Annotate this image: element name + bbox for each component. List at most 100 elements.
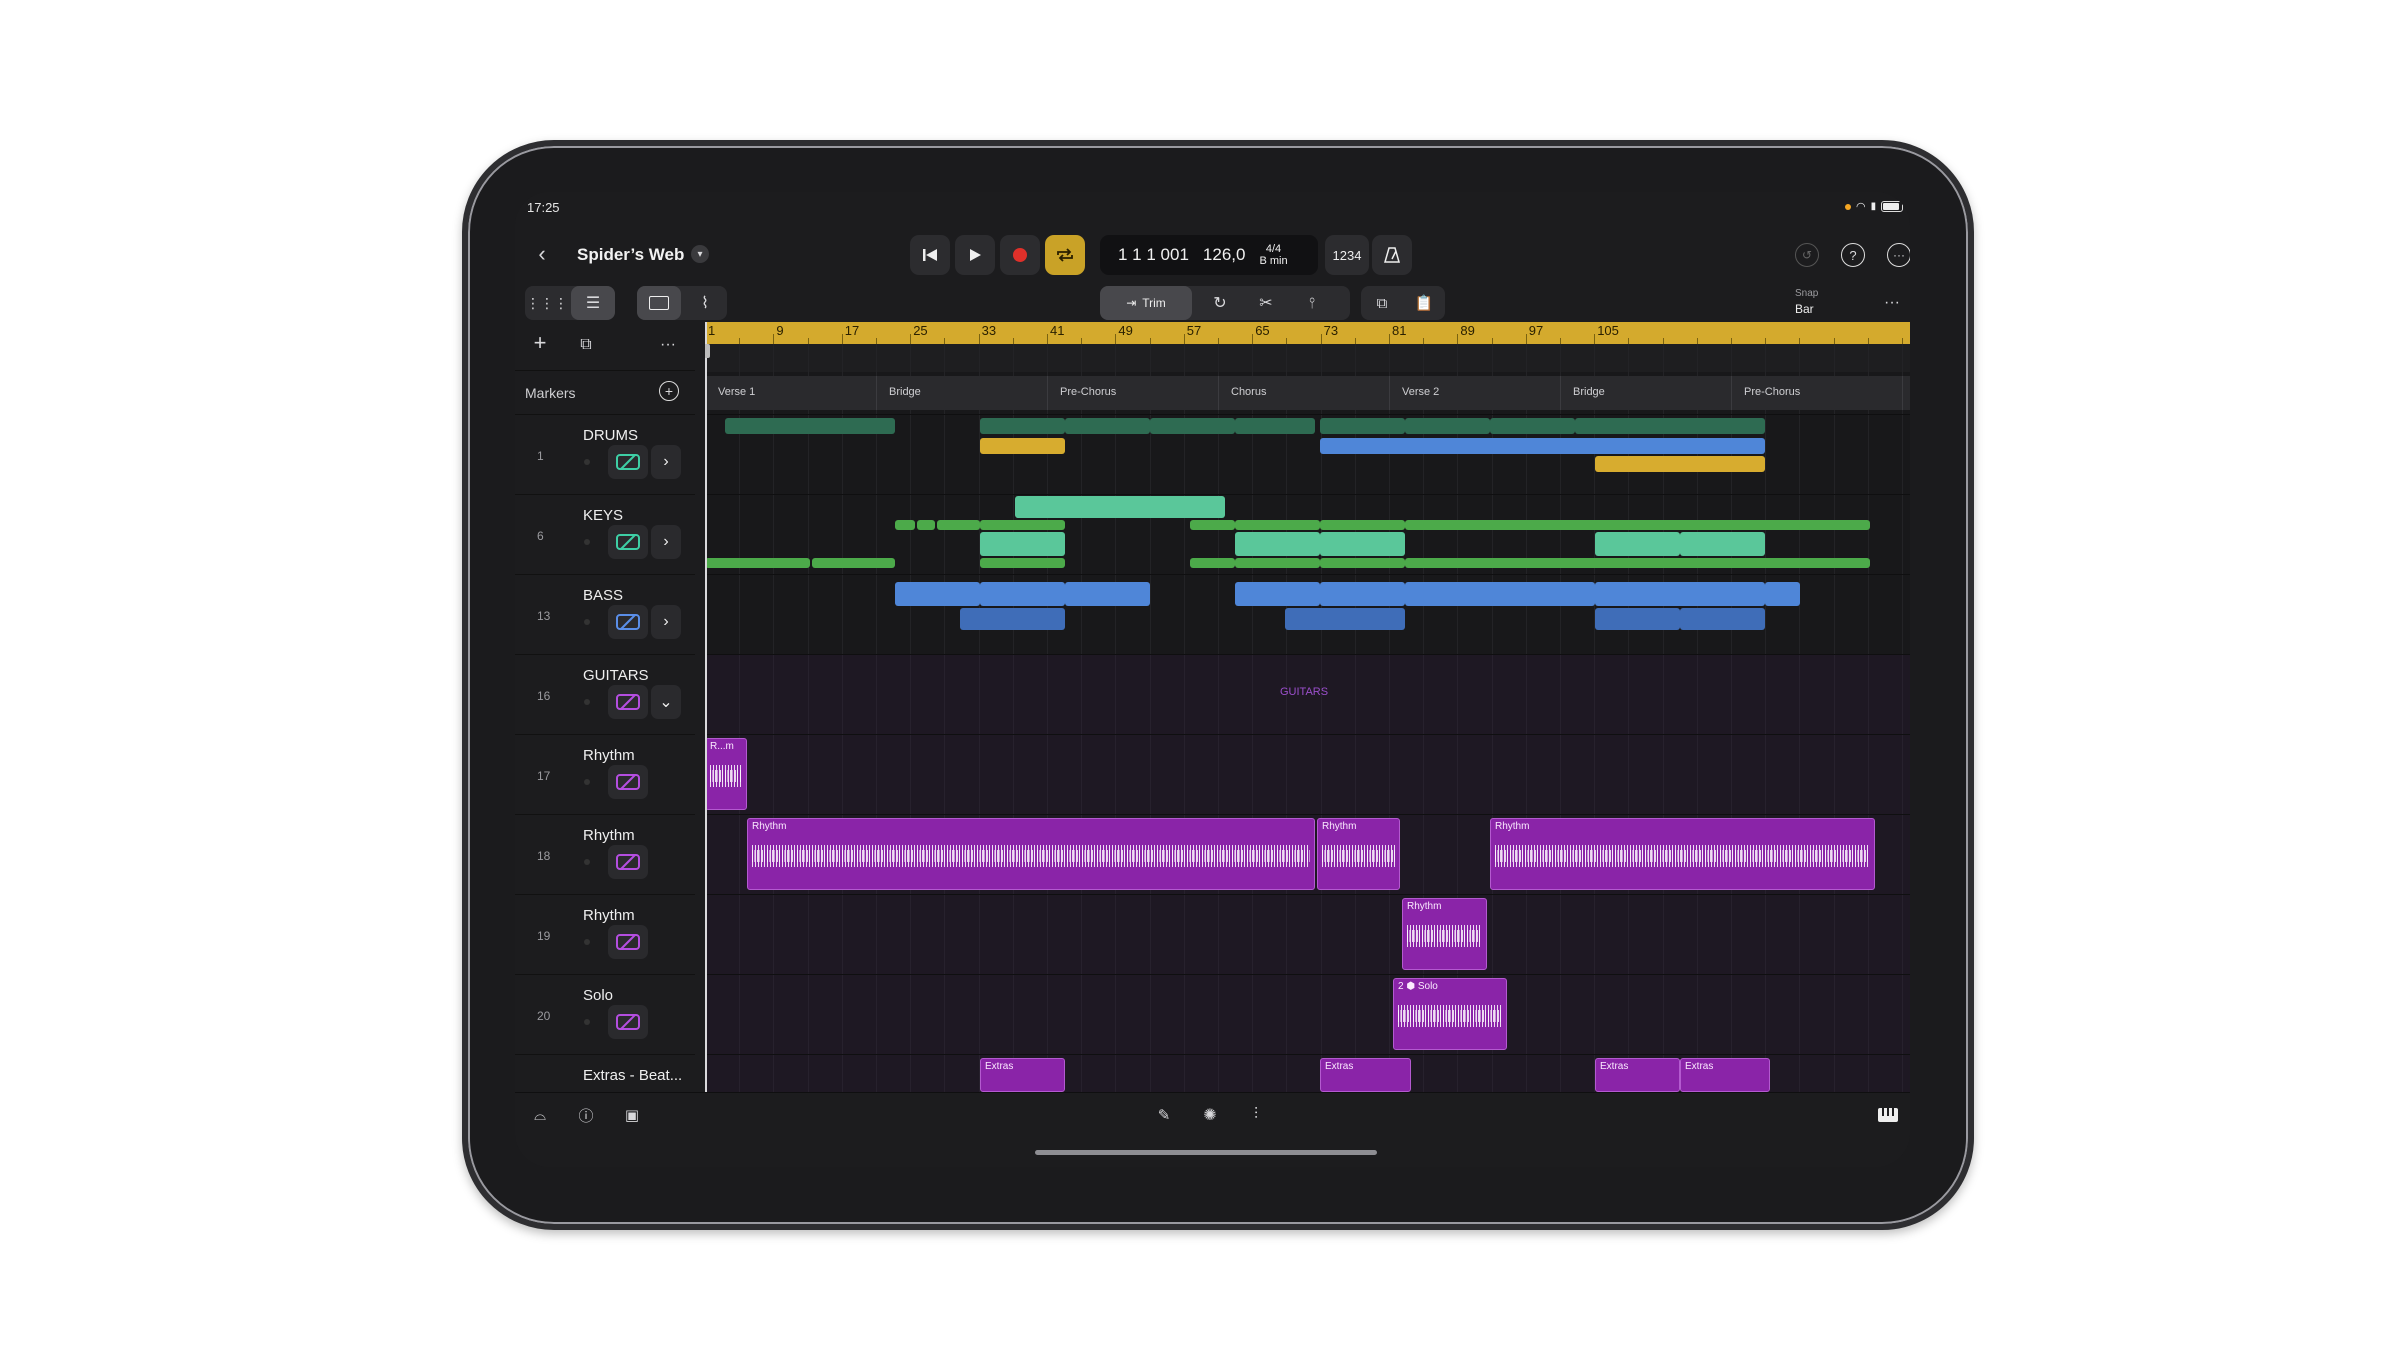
track-options-icon[interactable]: ··· <box>653 330 683 360</box>
extras-region[interactable]: Extras <box>1320 1058 1411 1092</box>
keyboard-icon[interactable] <box>608 525 648 559</box>
drum-region[interactable] <box>1320 418 1405 434</box>
keys-region[interactable] <box>1235 558 1320 568</box>
collapse-chevron-icon[interactable]: ⌄ <box>651 685 681 719</box>
info-icon[interactable]: ⓘ <box>571 1101 601 1129</box>
marker-2[interactable]: Bridge <box>876 376 1047 410</box>
track-header-6[interactable]: 18 Rhythm <box>515 814 695 895</box>
project-title[interactable]: Spider’s Web <box>577 245 684 265</box>
keys-region[interactable] <box>1320 558 1405 568</box>
drum-fill-region[interactable] <box>980 438 1065 454</box>
undo-history-icon[interactable]: ↺ <box>1795 243 1819 267</box>
track-header-3[interactable]: 13 BASS › <box>515 574 695 655</box>
add-marker-icon[interactable]: + <box>659 381 679 401</box>
bass-region[interactable] <box>1765 582 1800 606</box>
bass-region[interactable] <box>895 582 980 606</box>
guitar-icon[interactable] <box>608 765 648 799</box>
track-lane-5[interactable] <box>705 734 1910 815</box>
keys-region[interactable] <box>705 558 810 568</box>
piano-keyboard-icon[interactable] <box>1873 1101 1903 1129</box>
track-header-8[interactable]: 20 Solo <box>515 974 695 1055</box>
track-lane-7[interactable] <box>705 894 1910 975</box>
tracks-view-icon[interactable]: ☰ <box>571 286 615 320</box>
bar-ruler[interactable]: 1 9 17 25 33 41 49 57 65 73 81 89 97 105 <box>705 322 1910 344</box>
guitar-icon[interactable] <box>608 685 648 719</box>
drum-region[interactable] <box>725 418 895 434</box>
keys-chord-region[interactable] <box>1235 532 1320 556</box>
drum-region[interactable] <box>1150 418 1235 434</box>
bass-guitar-icon[interactable] <box>608 605 648 639</box>
metronome-button[interactable] <box>1372 235 1412 275</box>
trim-tool-button[interactable]: ⇥ Trim <box>1100 286 1192 320</box>
bass-region[interactable] <box>1405 582 1595 606</box>
bass-region[interactable] <box>1065 582 1150 606</box>
cycle-button[interactable] <box>1045 235 1085 275</box>
add-track-icon[interactable]: + <box>525 328 555 358</box>
marker-5[interactable]: Verse 2 <box>1389 376 1560 410</box>
keys-region[interactable] <box>1235 520 1320 530</box>
playhead[interactable] <box>705 322 707 1092</box>
marker-1[interactable]: Verse 1 <box>705 376 876 410</box>
keys-chord-region[interactable] <box>1595 532 1680 556</box>
guitar-icon[interactable] <box>608 925 648 959</box>
expand-chevron-icon[interactable]: › <box>651 605 681 639</box>
keys-region[interactable] <box>1190 558 1235 568</box>
bass-region[interactable] <box>1595 608 1680 630</box>
lcd-display[interactable]: 1 1 1 001 126,0 4/4 B min <box>1100 235 1318 275</box>
grid-view-icon[interactable]: ⋮⋮⋮ <box>525 286 569 320</box>
track-header-2[interactable]: 6 KEYS › <box>515 494 695 575</box>
bass-region[interactable] <box>1680 608 1765 630</box>
track-header-7[interactable]: 19 Rhythm <box>515 894 695 975</box>
arrange-area[interactable]: 1 9 17 25 33 41 49 57 65 73 81 89 97 105 Verse 1 Bridg… <box>705 322 1910 1092</box>
paste-icon[interactable]: 📋 <box>1403 286 1445 320</box>
track-lane-8[interactable] <box>705 974 1910 1055</box>
solo-region[interactable]: 2 ⬢ Solo <box>1393 978 1507 1050</box>
keys-region[interactable] <box>812 558 895 568</box>
extras-region[interactable]: Extras <box>980 1058 1065 1092</box>
browser-icon[interactable]: ▣ <box>617 1101 647 1129</box>
drum-region[interactable] <box>980 418 1065 434</box>
extras-region[interactable]: Extras <box>1595 1058 1680 1092</box>
drum-overhead-region[interactable] <box>1320 438 1765 454</box>
bass-region[interactable] <box>960 608 1065 630</box>
expand-chevron-icon[interactable]: › <box>651 445 681 479</box>
guitar-icon[interactable] <box>608 845 648 879</box>
track-header-1[interactable]: 1 DRUMS › <box>515 414 695 495</box>
drum-fill-region[interactable] <box>1595 456 1765 472</box>
marker-3[interactable]: Pre-Chorus <box>1047 376 1218 410</box>
record-button[interactable] <box>1000 235 1040 275</box>
playhead-handle[interactable] <box>705 344 710 358</box>
scissors-icon[interactable]: ✂ <box>1246 286 1286 320</box>
rhythm-region-18[interactable]: Rhythm <box>1317 818 1400 890</box>
keys-region[interactable] <box>917 520 935 530</box>
marker-4[interactable]: Chorus <box>1218 376 1389 410</box>
region-view-icon[interactable] <box>637 286 681 320</box>
keys-region[interactable] <box>980 520 1065 530</box>
marker-7[interactable]: Pre-Chorus <box>1731 376 1902 410</box>
back-chevron-icon[interactable]: ‹ <box>527 239 557 269</box>
keys-region[interactable] <box>1405 558 1870 568</box>
rhythm-region-19[interactable]: Rhythm <box>1402 898 1487 970</box>
split-tool-icon[interactable]: ⫯ <box>1292 286 1332 320</box>
automation-icon[interactable]: ⌇ <box>683 286 727 320</box>
keys-region[interactable] <box>895 520 915 530</box>
count-in-button[interactable]: 1234 <box>1325 235 1369 275</box>
drum-region[interactable] <box>1065 418 1150 434</box>
help-icon[interactable]: ? <box>1841 243 1865 267</box>
keys-region[interactable] <box>1405 520 1870 530</box>
copy-icon[interactable]: ⧉ <box>1361 286 1403 320</box>
drum-region[interactable] <box>1235 418 1315 434</box>
keys-region[interactable] <box>980 558 1065 568</box>
expand-chevron-icon[interactable]: › <box>651 525 681 559</box>
track-header-4[interactable]: 16 GUITARS ⌄ <box>515 654 695 735</box>
more-ellipsis-icon[interactable]: ··· <box>1877 290 1907 316</box>
library-icon[interactable]: ⌓ <box>525 1101 555 1129</box>
pencil-icon[interactable]: ✎ <box>1149 1101 1179 1129</box>
snap-value[interactable]: Bar <box>1795 302 1814 316</box>
go-to-beginning-button[interactable] <box>910 235 950 275</box>
keys-region[interactable] <box>1190 520 1235 530</box>
duplicate-track-icon[interactable]: ⧉ <box>571 330 601 360</box>
title-menu-chevron-icon[interactable]: ▾ <box>691 245 709 263</box>
rhythm-region-17[interactable]: R...m <box>705 738 747 810</box>
keys-region[interactable] <box>1320 520 1405 530</box>
